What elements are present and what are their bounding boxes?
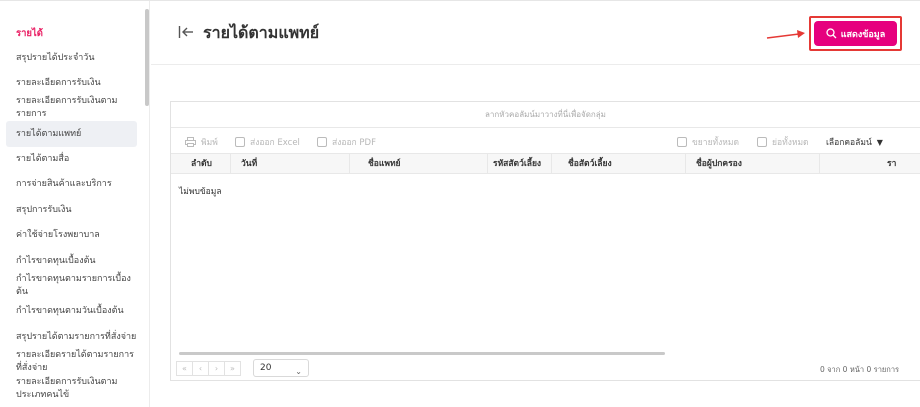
column-header[interactable]: ลำดับ (191, 154, 212, 174)
collapse-all-label: ย่อทั้งหมด (772, 138, 809, 148)
expand-all-button[interactable]: ขยายทั้งหมด (677, 135, 739, 149)
excel-icon (235, 137, 245, 147)
pdf-icon (317, 137, 327, 147)
sidebar-item-hospital-expenses[interactable]: ค่าใช้จ่ายโรงพยาบาล (6, 229, 137, 242)
sidebar-scrollbar[interactable] (145, 9, 149, 106)
sidebar: รายได้ สรุปรายได้ประจำวัน รายละเอียดการร… (0, 1, 150, 407)
last-page-button[interactable]: » (224, 361, 241, 376)
export-pdf-label: ส่งออก PDF (332, 138, 376, 148)
printer-icon (185, 137, 196, 147)
column-header[interactable]: รหัสสัตว์เลี้ยง (493, 154, 541, 174)
sidebar-item-income-by-doctor[interactable]: รายได้ตามแพทย์ (6, 121, 137, 147)
next-page-button[interactable]: › (208, 361, 225, 376)
choose-columns-button[interactable]: เลือกคอลัมน์ ▼ (826, 135, 883, 149)
column-header[interactable]: รา (887, 154, 896, 174)
grid-toolbar: พิมพ์ ส่งออก Excel ส่งออก PDF ขยายทั้งหม… (171, 129, 920, 153)
pager: « ‹ › » (176, 361, 241, 376)
sidebar-item-income-detail-by-order[interactable]: รายละเอียดรายได้ตามรายการที่สั่งจ่าย (6, 349, 137, 375)
page-size-select[interactable]: 20 ⌄ (253, 359, 309, 377)
column-divider (487, 154, 488, 174)
column-divider (819, 154, 820, 174)
sidebar-item-goods-services[interactable]: การจ่ายสินค้าและบริการ (6, 178, 137, 191)
horizontal-scrollbar[interactable] (179, 352, 665, 355)
expand-icon (677, 137, 687, 147)
choose-columns-label: เลือกคอลัมน์ (826, 138, 872, 148)
column-header[interactable]: ชื่อผู้ปกครอง (696, 154, 742, 174)
column-divider (230, 154, 231, 174)
print-label: พิมพ์ (201, 138, 218, 148)
collapse-icon (757, 137, 767, 147)
export-pdf-button[interactable]: ส่งออก PDF (317, 135, 376, 149)
sidebar-title: รายได้ (16, 28, 43, 39)
page-title: รายได้ตามแพทย์ (203, 23, 320, 42)
search-icon (826, 28, 837, 39)
prev-page-button[interactable]: ‹ (192, 361, 209, 376)
page-size-value: 20 (260, 363, 272, 373)
expand-all-label: ขยายทั้งหมด (692, 138, 740, 148)
sidebar-item-basic-profit[interactable]: กำไรขาดทุนเบื้องต้น (6, 255, 137, 268)
sidebar-item-payment-by-item[interactable]: รายละเอียดการรับเงินตามรายการ (6, 95, 137, 121)
first-page-button[interactable]: « (176, 361, 193, 376)
sidebar-item-income-by-order[interactable]: สรุปรายได้ตามรายการที่สั่งจ่าย (6, 331, 137, 344)
column-divider (685, 154, 686, 174)
export-excel-button[interactable]: ส่งออก Excel (235, 135, 300, 149)
export-excel-label: ส่งออก Excel (250, 138, 300, 148)
empty-message: ไม่พบข้อมูล (179, 187, 222, 197)
column-divider (349, 154, 350, 174)
column-header-row: ลำดับ วันที่ ชื่อแพทย์ รหัสสัตว์เลี้ยง ช… (171, 153, 920, 174)
show-data-label: แสดงข้อมูล (840, 29, 886, 40)
sidebar-item-payment-summary[interactable]: สรุปการรับเงิน (6, 204, 137, 217)
data-grid: ลากหัวคอลัมน์มาวางที่นี่เพื่อจัดกลุ่ม พิ… (170, 101, 920, 381)
column-divider (551, 154, 552, 174)
annotation-arrow-icon (766, 30, 805, 39)
column-header[interactable]: ชื่อสัตว์เลี้ยง (568, 154, 612, 174)
sidebar-item-income-by-media[interactable]: รายได้ตามสื่อ (6, 153, 137, 166)
page-info: 0 จาก 0 หน้า 0 รายการ (820, 365, 900, 374)
sidebar-item-payment-by-patient-type[interactable]: รายละเอียดการรับเงินตามประเภทคนไข้ (6, 376, 137, 402)
collapse-sidebar-icon[interactable] (178, 25, 194, 39)
sidebar-item-daily-summary[interactable]: สรุปรายได้ประจำวัน (6, 52, 137, 65)
collapse-all-button[interactable]: ย่อทั้งหมด (757, 135, 809, 149)
sidebar-item-profit-by-item[interactable]: กำไรขาดทุนตามรายการเบื้องต้น (6, 273, 137, 299)
column-header[interactable]: ชื่อแพทย์ (368, 154, 401, 174)
chevron-down-icon: ⌄ (295, 367, 302, 376)
show-button-highlight: แสดงข้อมูล (809, 16, 902, 51)
show-data-button[interactable]: แสดงข้อมูล (814, 21, 897, 46)
sidebar-item-profit-by-day[interactable]: กำไรขาดทุนตามวันเบื้องต้น (6, 305, 137, 318)
caret-down-icon: ▼ (876, 137, 883, 147)
print-button[interactable]: พิมพ์ (185, 135, 218, 149)
sidebar-item-payment-detail[interactable]: รายละเอียดการรับเงิน (6, 77, 137, 90)
group-panel[interactable]: ลากหัวคอลัมน์มาวางที่นี่เพื่อจัดกลุ่ม (171, 102, 920, 128)
column-header[interactable]: วันที่ (241, 154, 257, 174)
